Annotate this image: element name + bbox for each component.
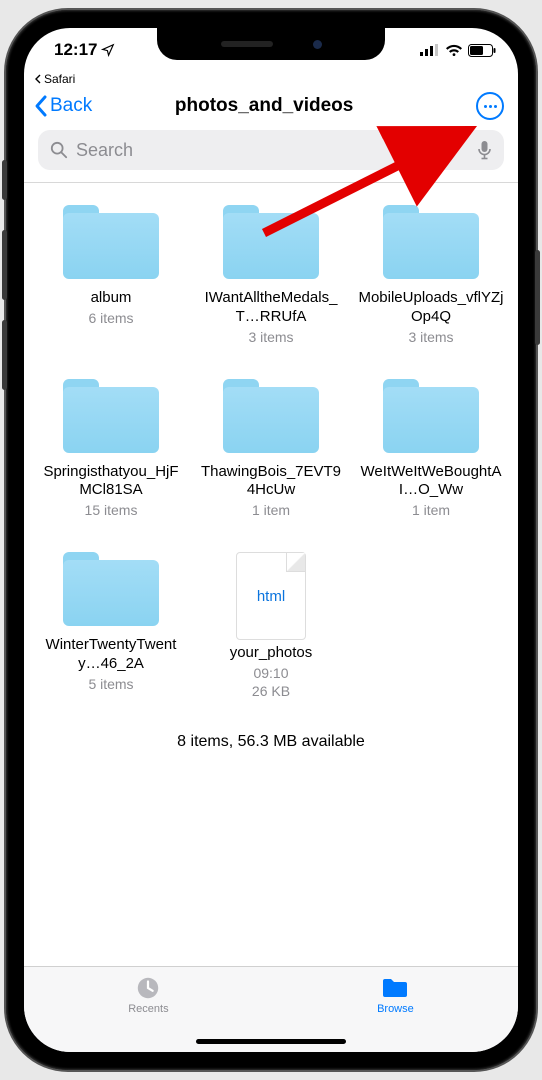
- screen: 12:17 Safari Back photos_and_videos: [24, 28, 518, 1052]
- folder-icon: [223, 205, 319, 279]
- file-icon: html: [236, 552, 306, 640]
- folder-icon: [63, 552, 159, 626]
- item-name: MobileUploads_vflYZjOp4Q: [358, 289, 504, 327]
- location-icon: [101, 43, 115, 57]
- tab-browse[interactable]: Browse: [377, 975, 414, 1052]
- item-sub: 5 items: [38, 676, 184, 692]
- tab-label: Browse: [377, 1003, 414, 1015]
- folder-grid: album 6 items IWantAlltheMedals_T…RRUfA …: [24, 195, 518, 699]
- tab-bar: Recents Browse: [24, 966, 518, 1052]
- status-time: 12:17: [54, 40, 97, 60]
- file-item[interactable]: html your_photos 09:10 26 KB: [198, 552, 344, 699]
- folder-item[interactable]: IWantAlltheMedals_T…RRUfA 3 items: [198, 205, 344, 345]
- back-to-app-label: Safari: [44, 72, 75, 86]
- item-sub: 6 items: [38, 310, 184, 326]
- back-to-app[interactable]: Safari: [24, 72, 518, 88]
- home-indicator[interactable]: [196, 1039, 346, 1044]
- folder-item[interactable]: WinterTwentyTwenty…46_2A 5 items: [38, 552, 184, 699]
- notch: [157, 28, 385, 60]
- search-input[interactable]: Search: [38, 130, 504, 170]
- folder-tab-icon: [381, 975, 409, 1001]
- tab-label: Recents: [128, 1003, 168, 1015]
- item-sub: 3 items: [358, 329, 504, 345]
- item-name: Springisthatyou_HjFMCl81SA: [38, 463, 184, 501]
- folder-item[interactable]: album 6 items: [38, 205, 184, 345]
- clock-icon: [134, 975, 162, 1001]
- folder-icon: [63, 379, 159, 453]
- item-name: album: [38, 289, 184, 308]
- ellipsis-icon: [484, 105, 497, 108]
- item-name: WeItWeItWeBoughtAI…O_Ww: [358, 463, 504, 501]
- item-name: WinterTwentyTwenty…46_2A: [38, 636, 184, 674]
- battery-icon: [468, 44, 496, 57]
- folder-icon: [383, 205, 479, 279]
- folder-icon: [223, 379, 319, 453]
- microphone-icon[interactable]: [477, 140, 492, 160]
- folder-item[interactable]: Springisthatyou_HjFMCl81SA 15 items: [38, 379, 184, 519]
- item-sub2: 26 KB: [198, 683, 344, 699]
- search-icon: [50, 141, 68, 159]
- item-name: your_photos: [198, 644, 344, 663]
- power-button: [535, 250, 540, 345]
- item-sub: 3 items: [198, 329, 344, 345]
- divider: [24, 182, 518, 183]
- summary-text: 8 items, 56.3 MB available: [24, 733, 518, 751]
- volume-down-button: [2, 320, 7, 390]
- navigation-bar: Back photos_and_videos: [24, 88, 518, 126]
- chevron-left-icon: [32, 94, 50, 118]
- cellular-icon: [420, 44, 440, 56]
- item-sub: 1 item: [198, 502, 344, 518]
- more-button[interactable]: [476, 92, 504, 120]
- phone-frame: 12:17 Safari Back photos_and_videos: [6, 10, 536, 1070]
- folder-item[interactable]: WeItWeItWeBoughtAI…O_Ww 1 item: [358, 379, 504, 519]
- folder-item[interactable]: MobileUploads_vflYZjOp4Q 3 items: [358, 205, 504, 345]
- folder-icon: [383, 379, 479, 453]
- file-badge: html: [257, 588, 285, 605]
- folder-icon: [63, 205, 159, 279]
- item-sub: 15 items: [38, 502, 184, 518]
- item-name: ThawingBois_7EVT94HcUw: [198, 463, 344, 501]
- folder-item[interactable]: ThawingBois_7EVT94HcUw 1 item: [198, 379, 344, 519]
- tab-recents[interactable]: Recents: [128, 975, 168, 1052]
- volume-up-button: [2, 230, 7, 300]
- item-sub: 1 item: [358, 502, 504, 518]
- side-button: [2, 160, 7, 200]
- page-title: photos_and_videos: [52, 95, 476, 117]
- item-name: IWantAlltheMedals_T…RRUfA: [198, 289, 344, 327]
- item-sub: 09:10: [198, 665, 344, 681]
- wifi-icon: [445, 44, 463, 57]
- search-placeholder: Search: [76, 140, 133, 161]
